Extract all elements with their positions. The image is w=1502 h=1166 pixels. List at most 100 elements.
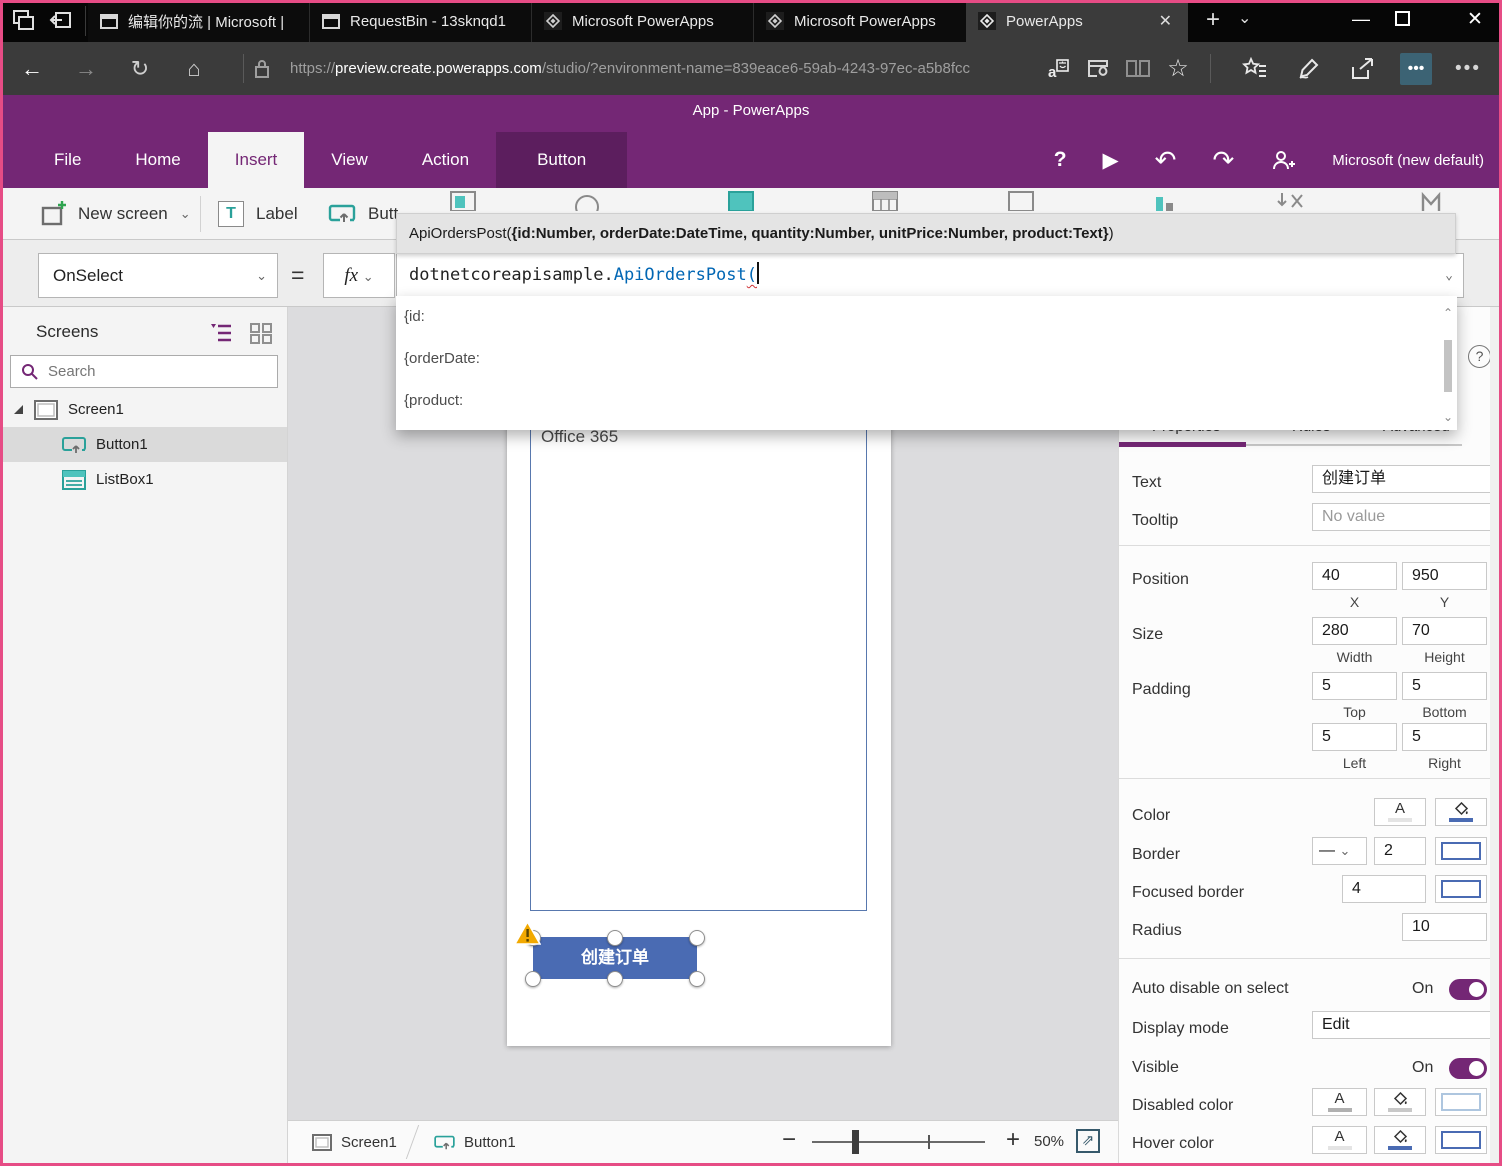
display-mode-dropdown[interactable]: Edit ⌄: [1312, 1011, 1502, 1039]
selection-handle[interactable]: [689, 971, 705, 987]
window-minimize-icon[interactable]: —: [1338, 0, 1384, 42]
redo-icon[interactable]: ↷: [1212, 145, 1234, 176]
menu-home[interactable]: Home: [108, 132, 207, 188]
browser-tab-3[interactable]: Microsoft PowerApps: [532, 0, 754, 42]
focused-border-color-swatch[interactable]: [1435, 875, 1487, 903]
extension-ellipsis-icon[interactable]: •••: [1390, 42, 1442, 95]
menu-insert[interactable]: Insert: [208, 132, 305, 188]
border-weight-input[interactable]: 2: [1374, 837, 1426, 865]
scroll-up-icon[interactable]: ⌃: [1441, 306, 1455, 320]
annotate-pen-icon[interactable]: [1282, 42, 1336, 95]
browser-tab-1[interactable]: 编辑你的流 | Microsoft |: [88, 0, 310, 42]
more-settings-icon[interactable]: •••: [1442, 42, 1494, 95]
radius-input[interactable]: 10: [1402, 913, 1487, 941]
zoom-slider-track[interactable]: [812, 1141, 985, 1143]
url-field[interactable]: https://preview.create.powerapps.com/stu…: [290, 42, 970, 95]
screens-search-input[interactable]: Search: [10, 355, 278, 388]
play-preview-icon[interactable]: ▶: [1103, 148, 1119, 173]
thumbnail-view-icon[interactable]: [249, 322, 273, 344]
suggestion-item[interactable]: {product:: [396, 380, 1457, 422]
back-icon[interactable]: ←: [12, 42, 52, 95]
window-close-icon[interactable]: ✕: [1452, 0, 1498, 42]
focused-border-weight-input[interactable]: 4: [1342, 875, 1426, 903]
refresh-icon[interactable]: ↻: [120, 42, 160, 95]
hover-fill-color-button[interactable]: [1374, 1126, 1426, 1154]
browser-tab-4[interactable]: Microsoft PowerApps: [754, 0, 976, 42]
padding-top-input[interactable]: 5: [1312, 672, 1397, 700]
tab-list-chevron-icon[interactable]: ⌄: [1238, 8, 1251, 28]
selection-handle[interactable]: [607, 971, 623, 987]
share-icon[interactable]: [1336, 42, 1390, 95]
listbox1-control[interactable]: Office 365: [530, 418, 867, 911]
font-color-button[interactable]: A: [1374, 798, 1426, 826]
menu-button-contextual[interactable]: Button: [496, 132, 627, 188]
menu-file[interactable]: File: [27, 132, 108, 188]
menu-action[interactable]: Action: [395, 132, 496, 188]
favorite-star-icon[interactable]: ☆: [1158, 42, 1198, 95]
property-selector[interactable]: OnSelect ⌄: [38, 253, 278, 298]
fx-selector[interactable]: fx ⌄: [323, 253, 395, 298]
hover-font-color-button[interactable]: A: [1312, 1126, 1367, 1154]
favorites-hub-icon[interactable]: [1228, 42, 1282, 95]
selection-handle[interactable]: [689, 930, 705, 946]
size-height-input[interactable]: 70: [1402, 617, 1487, 645]
new-tab-icon[interactable]: +: [1196, 4, 1230, 38]
border-style-dropdown[interactable]: — ⌄: [1312, 837, 1367, 865]
window-maximize-icon[interactable]: [1395, 11, 1410, 26]
tab-preview-icon[interactable]: [10, 8, 36, 34]
panel-help-icon[interactable]: ?: [1468, 345, 1491, 368]
web-notes-icon[interactable]: [1078, 42, 1118, 95]
hover-border-color-swatch[interactable]: [1435, 1126, 1487, 1154]
border-color-swatch[interactable]: [1435, 837, 1487, 865]
insert-button-button[interactable]: Butt: [328, 188, 398, 240]
zoom-slider-thumb[interactable]: [852, 1130, 859, 1154]
padding-right-input[interactable]: 5: [1402, 723, 1487, 751]
scrollbar-thumb[interactable]: [1444, 340, 1452, 392]
reading-view-icon[interactable]: [1118, 42, 1158, 95]
new-screen-button[interactable]: New screen ⌄: [40, 188, 191, 240]
suggestion-item[interactable]: {orderDate:: [396, 338, 1457, 380]
selection-handle[interactable]: [525, 971, 541, 987]
visible-toggle[interactable]: [1449, 1058, 1487, 1079]
disabled-fill-color-button[interactable]: [1374, 1088, 1426, 1116]
suggestion-item[interactable]: {id:: [396, 296, 1457, 338]
position-y-input[interactable]: 950: [1402, 562, 1487, 590]
browser-tab-active[interactable]: PowerApps ✕: [966, 0, 1188, 42]
expand-triangle-icon[interactable]: [14, 405, 23, 414]
tree-item-screen1[interactable]: Screen1: [0, 392, 287, 427]
help-icon[interactable]: ?: [1054, 148, 1067, 172]
share-person-icon[interactable]: [1270, 148, 1296, 172]
suggestion-item[interactable]: {quantity:: [396, 422, 1457, 430]
zoom-out-icon[interactable]: −: [782, 1126, 796, 1154]
tooltip-value-input[interactable]: No value: [1312, 503, 1502, 531]
chevron-down-icon[interactable]: ⌄: [1445, 254, 1453, 297]
tabs-set-aside-icon[interactable]: [48, 8, 74, 34]
home-icon[interactable]: ⌂: [174, 42, 214, 95]
disabled-font-color-button[interactable]: A: [1312, 1088, 1367, 1116]
selection-handle[interactable]: [607, 930, 623, 946]
scroll-down-icon[interactable]: ⌄: [1441, 410, 1455, 424]
panel-scrollbar[interactable]: [1490, 307, 1500, 1163]
position-x-input[interactable]: 40: [1312, 562, 1397, 590]
undo-icon[interactable]: ↶: [1155, 145, 1177, 176]
dropdown-scrollbar[interactable]: ⌃ ⌄: [1441, 298, 1455, 428]
auto-disable-toggle[interactable]: [1449, 979, 1487, 1000]
statusbar-screen1[interactable]: Screen1: [312, 1121, 397, 1163]
text-value-input[interactable]: 创建订单: [1312, 465, 1502, 493]
fill-color-button[interactable]: [1435, 798, 1487, 826]
translate-icon[interactable]: a: [1038, 42, 1078, 95]
tree-view-icon[interactable]: [209, 322, 233, 344]
tree-item-button1[interactable]: Button1: [0, 427, 287, 462]
size-width-input[interactable]: 280: [1312, 617, 1397, 645]
padding-left-input[interactable]: 5: [1312, 723, 1397, 751]
forward-icon[interactable]: →: [66, 42, 106, 95]
menu-view[interactable]: View: [304, 132, 395, 188]
warning-icon[interactable]: [514, 921, 541, 946]
browser-tab-2[interactable]: RequestBin - 13sknqd1: [310, 0, 532, 42]
statusbar-button1[interactable]: Button1: [434, 1121, 516, 1163]
fit-to-window-icon[interactable]: ⇗: [1076, 1129, 1100, 1153]
formula-input[interactable]: dotnetcoreapisample.ApiOrdersPost( ⌄: [396, 253, 1464, 298]
padding-bottom-input[interactable]: 5: [1402, 672, 1487, 700]
account-name[interactable]: Microsoft (new default): [1332, 152, 1484, 169]
disabled-border-color-swatch[interactable]: [1435, 1088, 1487, 1116]
